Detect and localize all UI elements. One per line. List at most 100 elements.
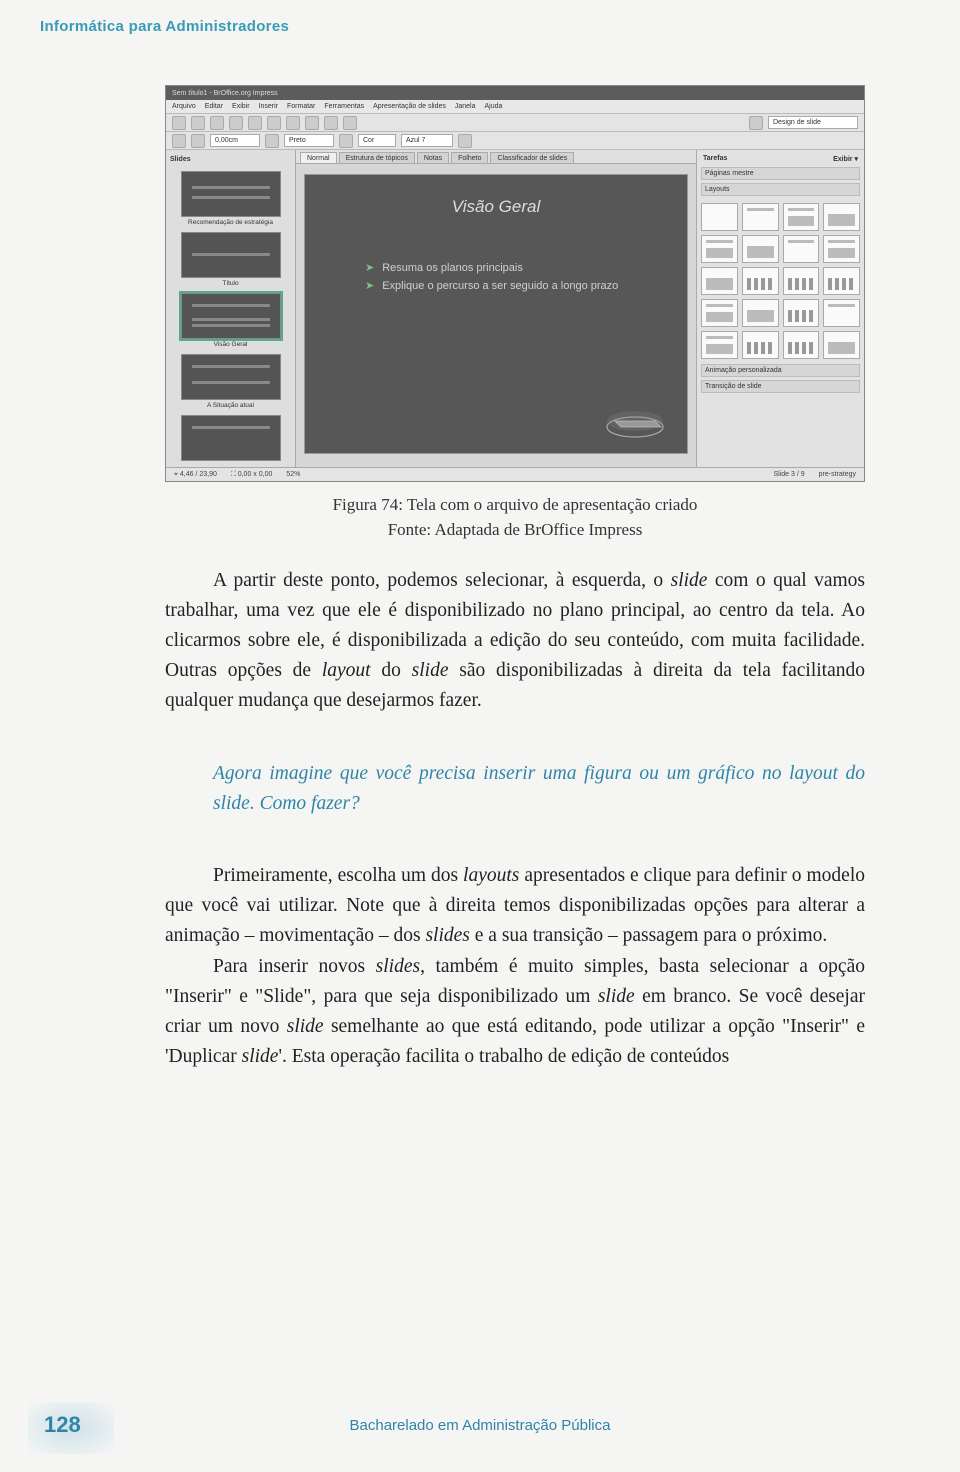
status-pos: ⌖ 4,46 / 23,90 xyxy=(174,471,217,479)
toolbar-button[interactable] xyxy=(305,116,319,130)
slides-panel-header: Slides xyxy=(170,154,291,165)
slides-panel: Slides Recomendação de estratégia Título… xyxy=(166,150,296,467)
layout-option[interactable] xyxy=(701,299,738,327)
bullet-text: Explique o percurso a ser seguido a long… xyxy=(382,278,618,296)
layout-option[interactable] xyxy=(783,267,820,295)
task-pane: Tarefas Exibir ▾ Páginas mestre Layouts xyxy=(696,150,864,467)
layout-option[interactable] xyxy=(823,235,860,263)
figure-caption: Figura 74: Tela com o arquivo de apresen… xyxy=(165,492,865,518)
menu-item[interactable]: Editar xyxy=(205,103,223,110)
task-section-layouts[interactable]: Layouts xyxy=(701,183,860,196)
layout-option[interactable] xyxy=(742,203,779,231)
task-pane-title: Tarefas xyxy=(703,155,727,163)
layout-option[interactable] xyxy=(742,331,779,359)
task-section-transition[interactable]: Transição de slide xyxy=(701,380,860,393)
toolbar-button[interactable] xyxy=(172,134,186,148)
status-template: pre-strategy xyxy=(819,471,856,478)
line-width-field[interactable]: 0,00cm xyxy=(210,134,260,147)
menu-item[interactable]: Formatar xyxy=(287,103,315,110)
toolbar-button[interactable] xyxy=(229,116,243,130)
layout-option[interactable] xyxy=(742,235,779,263)
impress-window: Sem título1 - BrOffice.org Impress Arqui… xyxy=(165,85,865,482)
menubar[interactable]: Arquivo Editar Exibir Inserir Formatar F… xyxy=(166,100,864,114)
toolbar-button[interactable] xyxy=(324,116,338,130)
layout-option[interactable] xyxy=(783,299,820,327)
toolbar-button[interactable] xyxy=(286,116,300,130)
slide-title[interactable]: Visão Geral xyxy=(305,197,687,217)
running-header: Informática para Administradores xyxy=(40,18,289,35)
window-titlebar: Sem título1 - BrOffice.org Impress xyxy=(166,86,864,100)
status-zoom[interactable]: 52% xyxy=(286,471,300,478)
toolbar-button[interactable] xyxy=(267,116,281,130)
page-content: Sem título1 - BrOffice.org Impress Arqui… xyxy=(165,85,865,1073)
body-paragraph: Primeiramente, escolha um dos layouts ap… xyxy=(165,861,865,952)
menu-item[interactable]: Ajuda xyxy=(485,103,503,110)
slide-design-button[interactable]: Design de slide xyxy=(768,116,858,129)
callout-paragraph: Agora imagine que você precisa inserir u… xyxy=(213,759,865,819)
menu-item[interactable]: Inserir xyxy=(259,103,278,110)
task-section-master[interactable]: Páginas mestre xyxy=(701,167,860,180)
toolbar-button[interactable] xyxy=(191,134,205,148)
layout-option[interactable] xyxy=(701,267,738,295)
slide-canvas[interactable]: Visão Geral ➤ Resuma os planos principais… xyxy=(304,174,688,454)
toolbar-button[interactable] xyxy=(191,116,205,130)
tab-handout[interactable]: Folheto xyxy=(451,152,488,163)
menu-item[interactable]: Janela xyxy=(455,103,476,110)
layout-option[interactable] xyxy=(701,331,738,359)
toolbar-button[interactable] xyxy=(172,116,186,130)
status-size: ⛶ 0,00 x 0,00 xyxy=(231,471,272,479)
thumb-label: Recomendação de estratégia xyxy=(181,219,281,226)
toolbar-button[interactable] xyxy=(339,134,353,148)
slide-thumbnail[interactable]: A Situação atual xyxy=(170,354,291,409)
toolbar-button[interactable] xyxy=(210,116,224,130)
statusbar: ⌖ 4,46 / 23,90 ⛶ 0,00 x 0,00 52% Slide 3… xyxy=(166,467,864,481)
toolbar-button[interactable] xyxy=(458,134,472,148)
layout-option[interactable] xyxy=(823,203,860,231)
toolbar-button[interactable] xyxy=(749,116,763,130)
layout-option[interactable] xyxy=(742,299,779,327)
layout-option[interactable] xyxy=(701,235,738,263)
bullet-icon: ➤ xyxy=(365,260,374,278)
line-color-field[interactable]: Preto xyxy=(284,134,334,147)
layout-option[interactable] xyxy=(823,267,860,295)
tab-slidesorter[interactable]: Classificador de slides xyxy=(490,152,574,163)
task-section-animation[interactable]: Animação personalizada xyxy=(701,364,860,377)
slide-content[interactable]: ➤ Resuma os planos principais ➤ Explique o… xyxy=(365,260,647,295)
layout-option[interactable] xyxy=(783,235,820,263)
menu-item[interactable]: Apresentação de slides xyxy=(373,103,446,110)
canvas-area: Visão Geral ➤ Resuma os planos principais… xyxy=(296,164,696,467)
status-slide-count: Slide 3 / 9 xyxy=(774,471,805,478)
tab-normal[interactable]: Normal xyxy=(300,152,337,163)
layout-grid xyxy=(701,199,860,361)
layout-option[interactable] xyxy=(783,331,820,359)
menu-item[interactable]: Arquivo xyxy=(172,103,196,110)
layout-option[interactable] xyxy=(742,267,779,295)
toolbar-button[interactable] xyxy=(248,116,262,130)
layout-option[interactable] xyxy=(823,331,860,359)
figure-source: Fonte: Adaptada de BrOffice Impress xyxy=(165,520,865,540)
view-tabs: Normal Estrutura de tópicos Notas Folhet… xyxy=(296,150,696,164)
fill-type-field[interactable]: Cor xyxy=(358,134,396,147)
footer-text: Bacharelado em Administração Pública xyxy=(0,1417,960,1434)
menu-item[interactable]: Exibir xyxy=(232,103,250,110)
slide-thumbnail[interactable]: Título xyxy=(170,232,291,287)
tab-outline[interactable]: Estrutura de tópicos xyxy=(339,152,415,163)
toolbar-button[interactable] xyxy=(265,134,279,148)
layout-option[interactable] xyxy=(701,203,738,231)
menu-item[interactable]: Ferramentas xyxy=(324,103,364,110)
bullet-icon: ➤ xyxy=(365,278,374,296)
tab-notes[interactable]: Notas xyxy=(417,152,449,163)
body-paragraph: Para inserir novos slides, também é muit… xyxy=(165,952,865,1073)
body-paragraph: A partir deste ponto, podemos selecionar… xyxy=(165,566,865,717)
thumb-label: A Situação atual xyxy=(181,402,281,409)
toolbar-button[interactable] xyxy=(343,116,357,130)
fill-color-field[interactable]: Azul 7 xyxy=(401,134,453,147)
slide-thumbnail[interactable]: Recomendação de estratégia xyxy=(170,171,291,226)
bullet-text: Resuma os planos principais xyxy=(382,260,523,278)
layout-option[interactable] xyxy=(783,203,820,231)
slide-thumbnail[interactable] xyxy=(170,415,291,463)
task-pane-view-menu[interactable]: Exibir ▾ xyxy=(833,155,858,163)
layout-option[interactable] xyxy=(823,299,860,327)
thumb-label: Visão Geral xyxy=(181,341,281,348)
slide-thumbnail[interactable]: Visão Geral xyxy=(170,293,291,348)
